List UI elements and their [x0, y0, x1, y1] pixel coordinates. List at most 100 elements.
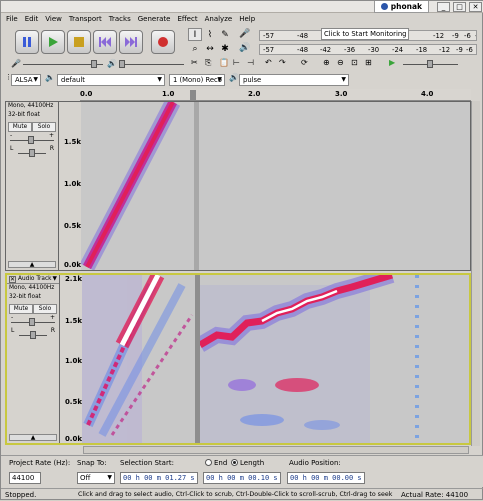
- playback-meter-scale: -57 -48 -42 -36 -30 -24 -18 -12 -9 -6 -3…: [259, 44, 477, 55]
- paste-icon[interactable]: 📋: [219, 58, 229, 67]
- spectrogram-view[interactable]: [82, 275, 469, 443]
- window-controls: _ □ ✕: [437, 2, 482, 12]
- sync-lock-icon[interactable]: ⟳: [301, 58, 308, 67]
- close-icon[interactable]: ✕: [469, 2, 482, 12]
- scale-label: 1.0k: [63, 180, 81, 188]
- cut-icon[interactable]: ✂: [191, 58, 198, 67]
- trim-icon[interactable]: ⊢: [233, 58, 240, 67]
- selection-length-field[interactable]: 00 h 00 m 00.10 s: [203, 472, 281, 484]
- timeline-ruler[interactable]: 0.0 1.0 2.0 3.0 4.0: [80, 89, 471, 101]
- chevron-down-icon: ▼: [107, 474, 112, 481]
- menu-edit[interactable]: Edit: [25, 14, 39, 25]
- input-volume-slider[interactable]: [23, 59, 103, 69]
- solo-button[interactable]: Solo: [33, 304, 57, 314]
- menu-generate[interactable]: Generate: [138, 14, 171, 25]
- mute-button[interactable]: Mute: [8, 122, 32, 132]
- multi-tool-icon[interactable]: ✱: [218, 42, 232, 55]
- silence-icon[interactable]: ⊣: [247, 58, 254, 67]
- menu-file[interactable]: File: [6, 14, 18, 25]
- play-button[interactable]: [41, 30, 65, 54]
- meter-tick: -3: [475, 31, 476, 40]
- snap-dropdown[interactable]: Off ▼: [77, 472, 115, 484]
- solo-button[interactable]: Solo: [32, 122, 56, 132]
- stop-button[interactable]: [67, 30, 91, 54]
- minimize-icon[interactable]: _: [437, 2, 450, 12]
- vertical-scrollbar[interactable]: [471, 101, 480, 446]
- play-region-marker[interactable]: [190, 90, 196, 100]
- track-title-bar[interactable]: ✕ Audio Track ▼: [7, 275, 59, 284]
- envelope-tool-icon[interactable]: ⌇: [203, 28, 217, 41]
- audio-track-1[interactable]: Mono, 44100Hz 32-bit float Mute Solo - + …: [5, 101, 471, 271]
- output-volume-slider[interactable]: [119, 59, 184, 69]
- fit-project-icon[interactable]: ⊞: [365, 58, 372, 67]
- pause-button[interactable]: [15, 30, 39, 54]
- monitoring-hint[interactable]: Click to Start Monitoring: [321, 28, 410, 40]
- zoom-tool-icon[interactable]: ⌕: [188, 42, 202, 55]
- skip-start-icon: [99, 37, 111, 47]
- input-device-icon: 🔊: [229, 73, 239, 82]
- menu-help[interactable]: Help: [239, 14, 255, 25]
- actual-rate: Actual Rate: 44100: [401, 491, 469, 499]
- channels-dropdown[interactable]: 1 (Mono) Reco ▼: [169, 74, 225, 86]
- menu-transport[interactable]: Transport: [69, 14, 102, 25]
- record-meter[interactable]: 🎤 -57 -48 -12 -9 -6 -3 0 Click to Start …: [239, 28, 477, 42]
- play-speed-slider[interactable]: [403, 59, 458, 69]
- scale-label: 0.0k: [64, 435, 82, 443]
- collapse-track-icon[interactable]: ▲: [9, 434, 57, 441]
- spectrogram-view[interactable]: [81, 102, 470, 270]
- maximize-icon[interactable]: □: [453, 2, 466, 12]
- menu-view[interactable]: View: [45, 14, 62, 25]
- output-volume-icon: 🔊: [107, 59, 117, 68]
- timeshift-tool-icon[interactable]: ↔: [203, 42, 217, 55]
- copy-icon[interactable]: ⎘: [205, 58, 211, 68]
- track-format: Mono, 44100Hz: [9, 285, 55, 291]
- audio-track-2[interactable]: ✕ Audio Track ▼ Mono, 44100Hz 32-bit flo…: [5, 273, 471, 445]
- horizontal-scrollbar[interactable]: [83, 446, 469, 454]
- pan-slider[interactable]: LR: [10, 145, 54, 158]
- output-device-dropdown[interactable]: default ▼: [57, 74, 165, 86]
- window-title-tab[interactable]: phonak: [373, 1, 429, 13]
- ruler-label: 0.0: [80, 90, 93, 98]
- chevron-down-icon: ▼: [33, 76, 38, 83]
- pan-slider[interactable]: LR: [11, 327, 55, 340]
- project-rate-combo[interactable]: 44100: [9, 472, 41, 484]
- skip-end-icon: [125, 37, 137, 47]
- selection-start-field[interactable]: 00 h 00 m 01.27 s: [120, 472, 198, 484]
- zoom-in-icon[interactable]: ⊕: [323, 58, 330, 67]
- audio-position-field[interactable]: 00 h 00 m 00.00 s: [287, 472, 365, 484]
- record-button[interactable]: [151, 30, 175, 54]
- track-name[interactable]: Audio Track: [18, 275, 52, 284]
- skip-to-start-button[interactable]: [93, 30, 117, 54]
- end-radio[interactable]: End: [205, 459, 227, 467]
- input-volume-icon: 🎤: [11, 59, 21, 68]
- length-radio[interactable]: Length: [231, 459, 264, 467]
- menu-analyze[interactable]: Analyze: [205, 14, 233, 25]
- close-track-icon[interactable]: ✕: [9, 275, 16, 283]
- fit-selection-icon[interactable]: ⊡: [351, 58, 358, 67]
- input-device-dropdown[interactable]: pulse ▼: [239, 74, 349, 86]
- status-bar: Stopped. Click and drag to select audio,…: [1, 488, 483, 501]
- playback-meter[interactable]: 🔊 -57 -48 -42 -36 -30 -24 -18 -12 -9 -6 …: [239, 43, 477, 56]
- collapse-track-icon[interactable]: ▲: [8, 261, 56, 268]
- mute-button[interactable]: Mute: [9, 304, 33, 314]
- meter-tick: -9: [452, 32, 459, 40]
- host-dropdown[interactable]: ALSA ▼: [11, 74, 41, 86]
- window-title: phonak: [390, 2, 422, 11]
- menu-effect[interactable]: Effect: [177, 14, 197, 25]
- stop-icon: [74, 37, 84, 47]
- undo-icon[interactable]: ↶: [265, 58, 272, 67]
- track-menu-chevron-icon[interactable]: ▼: [53, 275, 57, 284]
- selection-tool-icon[interactable]: I: [188, 28, 202, 41]
- menu-tracks[interactable]: Tracks: [109, 14, 131, 25]
- redo-icon[interactable]: ↷: [279, 58, 286, 67]
- play-at-speed-icon[interactable]: ▶: [389, 58, 395, 67]
- zoom-out-icon[interactable]: ⊖: [337, 58, 344, 67]
- chevron-down-icon: ▼: [341, 76, 346, 83]
- gain-slider[interactable]: - +: [10, 132, 54, 145]
- gain-slider[interactable]: - +: [11, 314, 55, 327]
- menu-bar: File Edit View Transport Tracks Generate…: [1, 14, 483, 25]
- skip-to-end-button[interactable]: [119, 30, 143, 54]
- app-window: phonak _ □ ✕ File Edit View Transport Tr…: [0, 0, 483, 500]
- draw-tool-icon[interactable]: ✎: [218, 28, 232, 41]
- track-control-panel: ✕ Audio Track ▼ Mono, 44100Hz 32-bit flo…: [7, 275, 60, 443]
